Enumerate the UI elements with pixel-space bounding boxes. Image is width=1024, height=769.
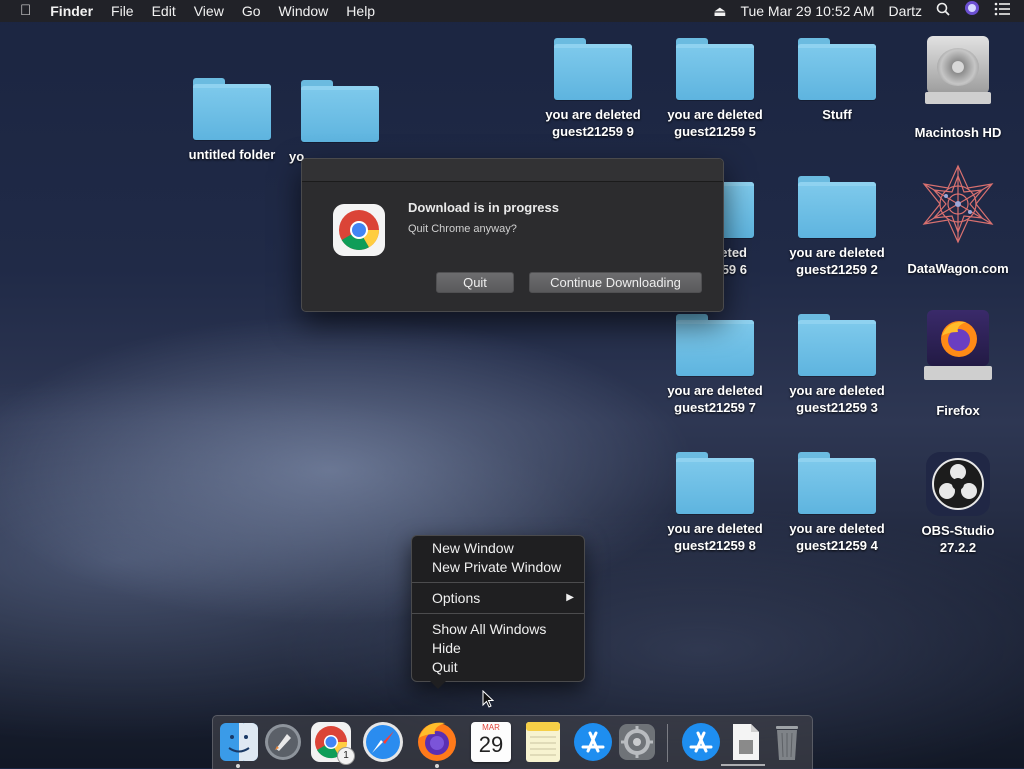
notes-dock-icon[interactable]: [521, 720, 565, 764]
folder-icon: [193, 78, 271, 140]
dialog-titlebar: [302, 159, 723, 182]
menu-separator: [412, 582, 584, 583]
menu-bar:  Finder File Edit View Go Window Help ⏏…: [0, 0, 1024, 22]
dialog-message: Quit Chrome anyway?: [408, 223, 517, 235]
app-label: Firefox: [936, 403, 980, 418]
app-label: DataWagon.com: [907, 261, 1009, 276]
launchpad-dock-icon[interactable]: [261, 720, 305, 764]
chrome-icon: [333, 204, 385, 256]
app-label: OBS-Studio 27.2.2: [921, 523, 995, 555]
folder-icon: [798, 452, 876, 514]
desktop-folder-guest21259-9[interactable]: you are deleted guest21259 9: [533, 38, 653, 140]
downloads-stack-dock-icon[interactable]: [723, 720, 767, 764]
hard-drive-icon: [923, 34, 993, 106]
folder-label: you are deleted guest21259 4: [789, 521, 885, 553]
quit-chrome-dialog: Download is in progress Quit Chrome anyw…: [301, 158, 724, 312]
desktop-folder-guest21259-7[interactable]: you are deleted guest21259 7: [655, 314, 775, 416]
eject-icon[interactable]: ⏏: [706, 0, 733, 22]
folder-label: you are deleted guest21259 3: [789, 383, 885, 415]
apple-menu-icon[interactable]: : [0, 0, 41, 22]
calendar-month: MAR: [482, 723, 500, 732]
desktop-folder-guest21259-3[interactable]: you are deleted guest21259 3: [777, 314, 897, 416]
folder-icon: [301, 80, 379, 142]
folder-label: you are deleted guest21259 7: [667, 383, 763, 415]
folder-label: you are deleted guest21259 8: [667, 521, 763, 553]
menu-finder[interactable]: Finder: [41, 0, 102, 22]
dialog-title: Download is in progress: [408, 200, 559, 215]
submenu-arrow-icon: ▶: [566, 592, 574, 603]
calendar-dock-icon[interactable]: MAR 29: [469, 720, 513, 764]
folder-label: you are deleted guest21259 2: [789, 245, 885, 277]
menu-go[interactable]: Go: [233, 0, 270, 22]
desktop-folder-guest21259-8[interactable]: you are deleted guest21259 8: [655, 452, 775, 554]
menu-item-show-all-windows[interactable]: Show All Windows: [432, 620, 546, 639]
quit-button[interactable]: Quit: [436, 272, 514, 293]
chrome-badge: 1: [337, 747, 355, 765]
menu-view[interactable]: View: [185, 0, 233, 22]
folder-label: you are deleted guest21259 9: [545, 107, 641, 139]
desktop-macintosh-hd[interactable]: Macintosh HD: [898, 34, 1018, 141]
running-indicator: [435, 764, 439, 768]
menu-item-new-window[interactable]: New Window: [432, 539, 514, 558]
safari-dock-icon[interactable]: [361, 720, 405, 764]
desktop-folder-partial[interactable]: yo: [280, 80, 400, 165]
app-label: Macintosh HD: [914, 125, 1002, 140]
folder-icon: [676, 38, 754, 100]
firefox-dock-icon[interactable]: [413, 720, 457, 764]
folder-icon: [676, 452, 754, 514]
trash-dock-icon[interactable]: [765, 720, 809, 764]
menu-window[interactable]: Window: [270, 0, 338, 22]
calendar-day: 29: [478, 732, 504, 757]
menu-clock[interactable]: Tue Mar 29 10:52 AM: [733, 0, 881, 22]
desktop-folder-guest21259-4[interactable]: you are deleted guest21259 4: [777, 452, 897, 554]
folder-icon: [798, 38, 876, 100]
menu-item-hide[interactable]: Hide: [432, 639, 461, 658]
spotlight-search-icon[interactable]: [929, 0, 957, 22]
app-store-downloads-dock-icon[interactable]: [679, 720, 723, 764]
folder-label: you are deleted guest21259 5: [667, 107, 763, 139]
menu-help[interactable]: Help: [337, 0, 384, 22]
desktop-obs-studio[interactable]: OBS-Studio 27.2.2: [898, 452, 1018, 556]
menu-edit[interactable]: Edit: [143, 0, 185, 22]
finder-dock-icon[interactable]: [217, 720, 261, 764]
firefox-dock-menu: New Window New Private Window Options ▶ …: [411, 535, 585, 689]
menu-item-new-private-window[interactable]: New Private Window: [432, 558, 561, 577]
continue-downloading-button[interactable]: Continue Downloading: [529, 272, 702, 293]
datawagon-logo-icon: [922, 164, 994, 244]
folder-label: Stuff: [822, 107, 852, 122]
menu-pointer: [430, 681, 446, 689]
folder-icon: [798, 176, 876, 238]
menu-item-quit[interactable]: Quit: [432, 658, 458, 677]
dock: 1 MAR 29: [212, 715, 813, 769]
running-indicator: [236, 764, 240, 768]
folder-icon: [554, 38, 632, 100]
app-store-dock-icon[interactable]: [571, 720, 615, 764]
desktop-folder-guest21259-5[interactable]: you are deleted guest21259 5: [655, 38, 775, 140]
menu-separator: [412, 613, 584, 614]
folder-icon: [798, 314, 876, 376]
scroll-indicator: [721, 764, 765, 766]
dock-separator: [667, 724, 668, 762]
folder-icon: [676, 314, 754, 376]
system-preferences-dock-icon[interactable]: [615, 720, 659, 764]
obs-studio-icon: [924, 452, 992, 524]
notification-center-icon[interactable]: [987, 0, 1024, 22]
menu-user[interactable]: Dartz: [882, 0, 929, 22]
menu-file[interactable]: File: [102, 0, 143, 22]
menu-item-options[interactable]: Options: [432, 589, 480, 608]
desktop-folder-stuff[interactable]: Stuff: [777, 38, 897, 123]
desktop-folder-untitled[interactable]: untitled folder: [172, 78, 292, 163]
siri-icon[interactable]: [957, 0, 987, 22]
desktop-folder-guest21259-2[interactable]: you are deleted guest21259 2: [777, 176, 897, 278]
firefox-installer-icon: [924, 308, 992, 380]
chrome-dock-icon[interactable]: 1: [309, 720, 355, 765]
desktop-firefox[interactable]: Firefox: [898, 308, 1018, 419]
folder-label: untitled folder: [188, 147, 276, 162]
mouse-cursor-icon: [482, 690, 494, 708]
desktop-datawagon[interactable]: DataWagon.com: [898, 164, 1018, 277]
